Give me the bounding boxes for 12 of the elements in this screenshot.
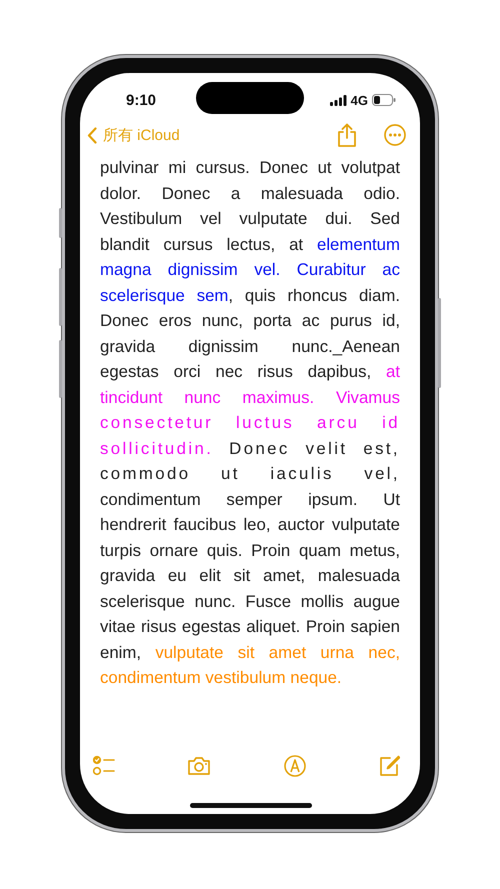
status-time: 9:10	[126, 92, 156, 108]
note-text[interactable]: pulvinar mi cursus. Donec ut volutpat dolor. Donec a malesuada odio. Vestibulum vel vulputate dui. Sed blandit cursus lectus, at elementum magna dignissim vel. Curabitur ac scelerisque sem, quis rhoncus diam. Donec eros nunc, porta ac purus id, gravida dignissim nunc._Aenean egestas orci nec risus dapibus, at tincidunt nunc maximus. Vivamus consectetur luctus arcu id sollicitudin. Donec velit est, commodo ut iaculis vel, condimentum semper ipsum. Ut hendrerit faucibus leo, auctor vulputate turpis ornare quis. Proin quam metus, gravida eu elit sit amet, malesuada scelerisque nunc. Fusce mollis augue vitae risus egestas aliquet. Proin sapien enim, vulputate sit amet urna nec, condimentum vestibulum neque.	[80, 155, 420, 746]
checklist-icon[interactable]	[93, 755, 115, 777]
compose-icon[interactable]	[378, 755, 400, 777]
signal-icon	[330, 94, 347, 106]
battery-icon	[372, 94, 396, 106]
chevron-left-icon	[87, 126, 97, 144]
share-icon[interactable]	[337, 123, 357, 147]
more-icon[interactable]	[384, 124, 406, 146]
camera-icon[interactable]	[187, 756, 212, 776]
pen-icon[interactable]	[284, 755, 306, 777]
network-label: 4G	[350, 92, 368, 108]
